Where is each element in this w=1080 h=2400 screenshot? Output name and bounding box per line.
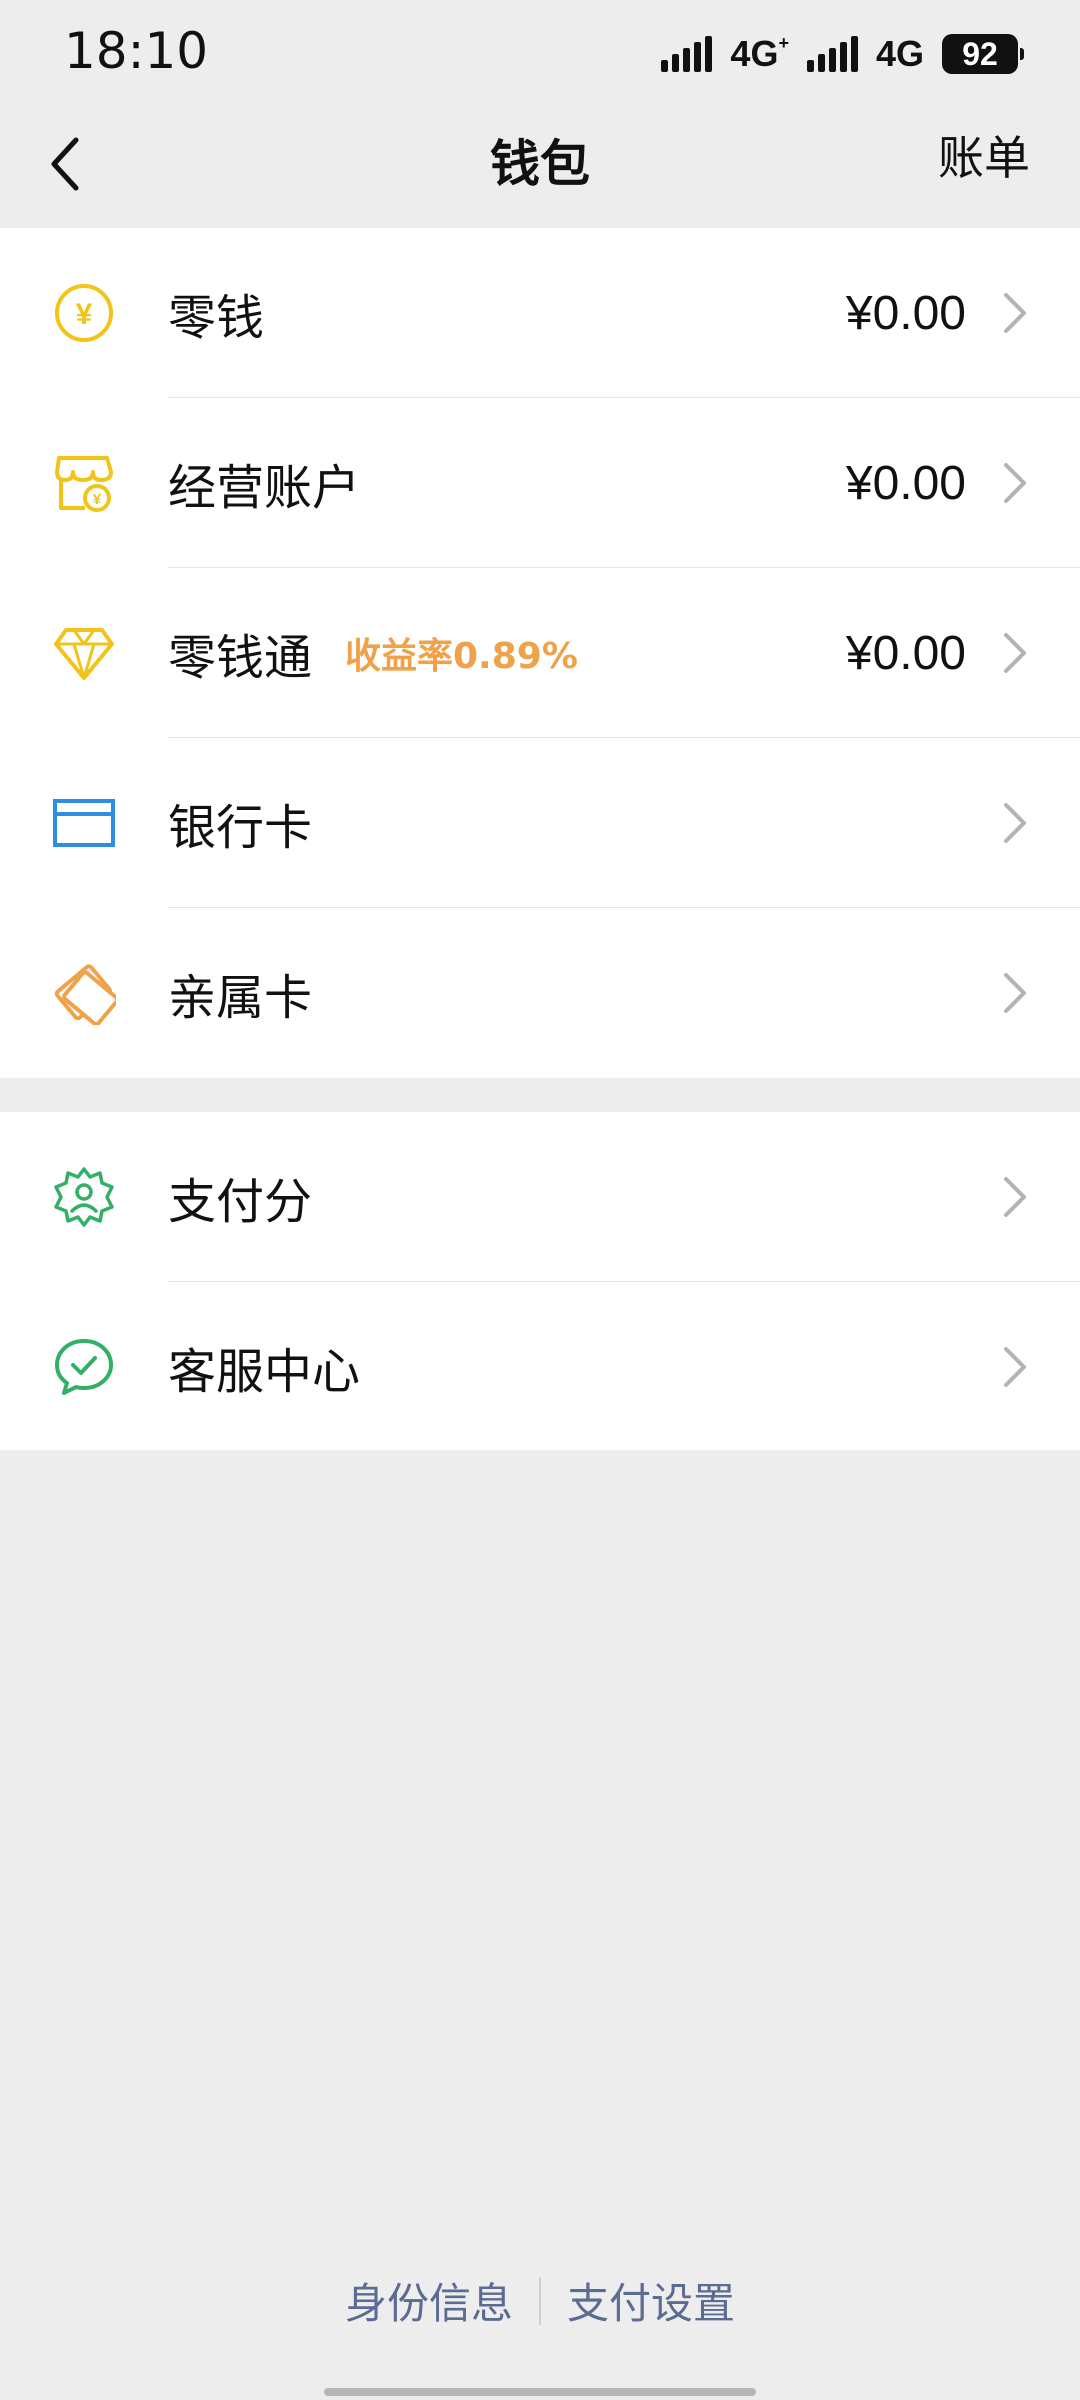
list-item-lingqiantong[interactable]: 零钱通 收益率0.89% ¥0.00 [0, 568, 1080, 738]
shop-account-icon: ¥ [50, 449, 118, 517]
bank-card-icon [50, 789, 118, 857]
wallet-list: ¥ 零钱 ¥0.00 ¥ 经营账户 ¥0.00 零钱通 收益率0.89% ¥0.… [0, 228, 1080, 1078]
diamond-icon [50, 619, 118, 687]
list-item-value: ¥0.00 [845, 626, 966, 680]
yen-coin-icon: ¥ [50, 279, 118, 347]
battery-level: 92 [962, 35, 998, 72]
status-time: 18:10 [64, 22, 209, 80]
list-item-customer-service[interactable]: 客服中心 [0, 1282, 1080, 1452]
list-item-business-account[interactable]: ¥ 经营账户 ¥0.00 [0, 398, 1080, 568]
pay-score-icon [50, 1163, 118, 1231]
chevron-right-icon [1004, 463, 1026, 503]
svg-text:¥: ¥ [76, 298, 93, 331]
list-item-bank-card[interactable]: 银行卡 [0, 738, 1080, 908]
home-indicator[interactable] [324, 2388, 756, 2396]
nav-bar: 钱包 账单 [0, 106, 1080, 226]
chevron-right-icon [1004, 803, 1026, 843]
footer-divider [539, 2276, 541, 2325]
yield-rate-badge: 收益率0.89% [345, 636, 578, 677]
list-item-label: 经营账户 [168, 460, 361, 516]
list-item-label: 支付分 [168, 1174, 313, 1230]
signal-icon [661, 36, 713, 72]
list-item-label: 客服中心 [168, 1344, 361, 1400]
list-item-family-card[interactable]: 亲属卡 [0, 908, 1080, 1078]
list-item-pay-score[interactable]: 支付分 [0, 1112, 1080, 1282]
list-item-label: 亲属卡 [168, 970, 313, 1026]
identity-info-link[interactable]: 身份信息 [345, 2270, 513, 2331]
signal-icon [806, 36, 858, 72]
list-item-label: 银行卡 [168, 800, 313, 856]
payment-settings-link[interactable]: 支付设置 [567, 2270, 735, 2331]
list-item-label: 零钱通 [168, 630, 313, 686]
network-type-2: 4G [875, 33, 924, 74]
customer-service-icon [50, 1333, 118, 1401]
page-title: 钱包 [490, 135, 590, 193]
footer-links: 身份信息 支付设置 [0, 2270, 1080, 2331]
bill-button[interactable]: 账单 [938, 122, 1030, 188]
chevron-right-icon [1004, 633, 1026, 673]
family-card-icon [50, 959, 118, 1027]
status-indicators: 4G+ 4G 92 [661, 30, 1024, 78]
list-item-change[interactable]: ¥ 零钱 ¥0.00 [0, 228, 1080, 398]
chevron-right-icon [1004, 1347, 1026, 1387]
svg-text:¥: ¥ [93, 491, 102, 508]
chevron-right-icon [1004, 1177, 1026, 1217]
list-item-label: 零钱 [168, 290, 265, 346]
list-item-value: ¥0.00 [845, 456, 966, 510]
chevron-right-icon [1004, 973, 1026, 1013]
service-list: 支付分 客服中心 [0, 1112, 1080, 1450]
network-type-1: 4G+ [730, 33, 789, 74]
battery-icon: 92 [942, 34, 1024, 74]
chevron-right-icon [1004, 293, 1026, 333]
status-bar: 18:10 4G+ 4G 92 [0, 0, 1080, 106]
list-item-value: ¥0.00 [845, 286, 966, 340]
